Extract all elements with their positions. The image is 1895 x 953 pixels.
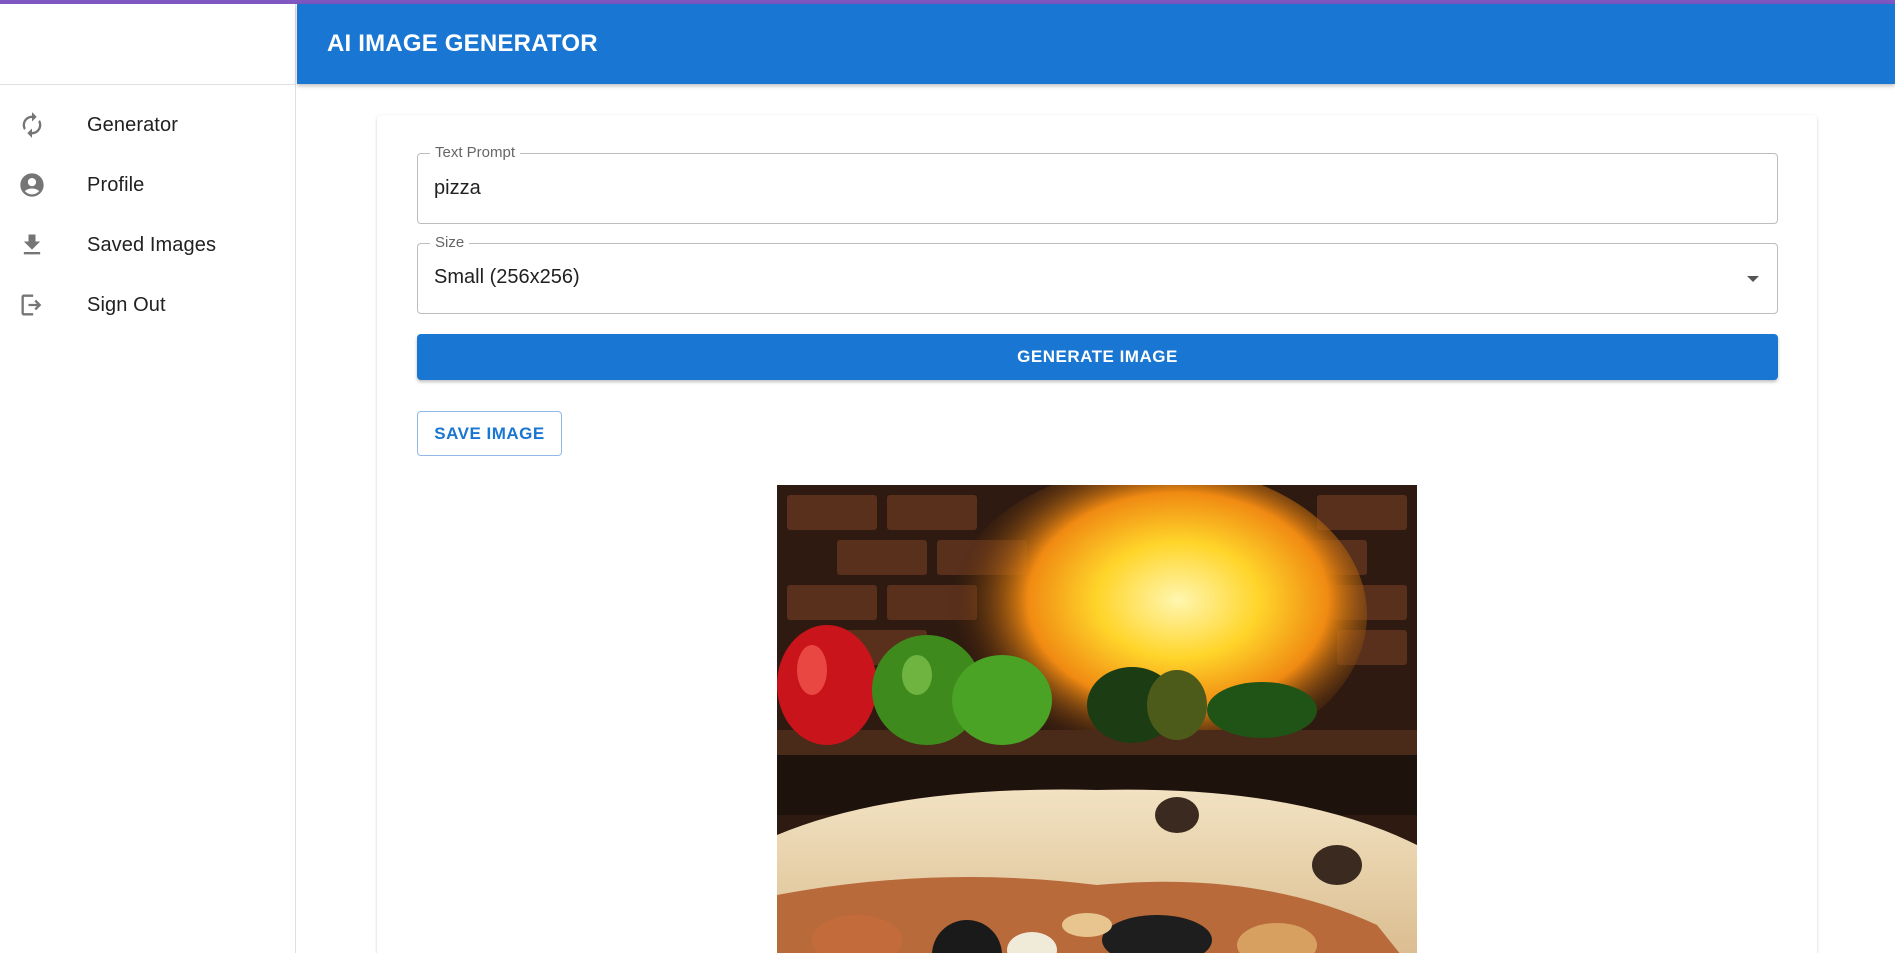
- sidebar-item-label: Profile: [87, 173, 145, 196]
- generate-image-button[interactable]: GENERATE IMAGE: [417, 334, 1778, 380]
- size-selected-value: Small (256x256): [434, 266, 580, 288]
- sidebar-item-saved-images[interactable]: Saved Images: [0, 215, 295, 275]
- save-image-button[interactable]: SAVE IMAGE: [417, 411, 562, 456]
- dropdown-arrow-icon[interactable]: [1747, 276, 1759, 282]
- download-icon: [18, 231, 46, 259]
- account-circle-icon: [18, 171, 46, 199]
- sidebar-header: [0, 4, 295, 85]
- generator-card: Text Prompt Size Small (256x256) GENERAT…: [377, 115, 1817, 953]
- sidebar-item-label: Saved Images: [87, 233, 217, 256]
- logout-icon: [18, 291, 46, 319]
- size-select[interactable]: Size Small (256x256): [417, 234, 1778, 314]
- refresh-icon: [18, 111, 46, 139]
- page-title: AI IMAGE GENERATOR: [327, 30, 598, 57]
- sidebar-item-generator[interactable]: Generator: [0, 95, 295, 155]
- size-label: Size: [430, 234, 470, 251]
- sidebar-item-label: Sign Out: [87, 293, 166, 316]
- sidebar-item-label: Generator: [87, 113, 178, 136]
- text-prompt-field[interactable]: Text Prompt: [417, 144, 1778, 224]
- app-bar: AI IMAGE GENERATOR: [297, 4, 1895, 84]
- sidebar-item-profile[interactable]: Profile: [0, 155, 295, 215]
- sidebar: Generator Profile Saved Images Sign Out: [0, 4, 296, 953]
- sidebar-item-sign-out[interactable]: Sign Out: [0, 275, 295, 335]
- text-prompt-input[interactable]: [434, 172, 1754, 204]
- text-prompt-label: Text Prompt: [430, 144, 521, 161]
- generated-image: [777, 485, 1417, 953]
